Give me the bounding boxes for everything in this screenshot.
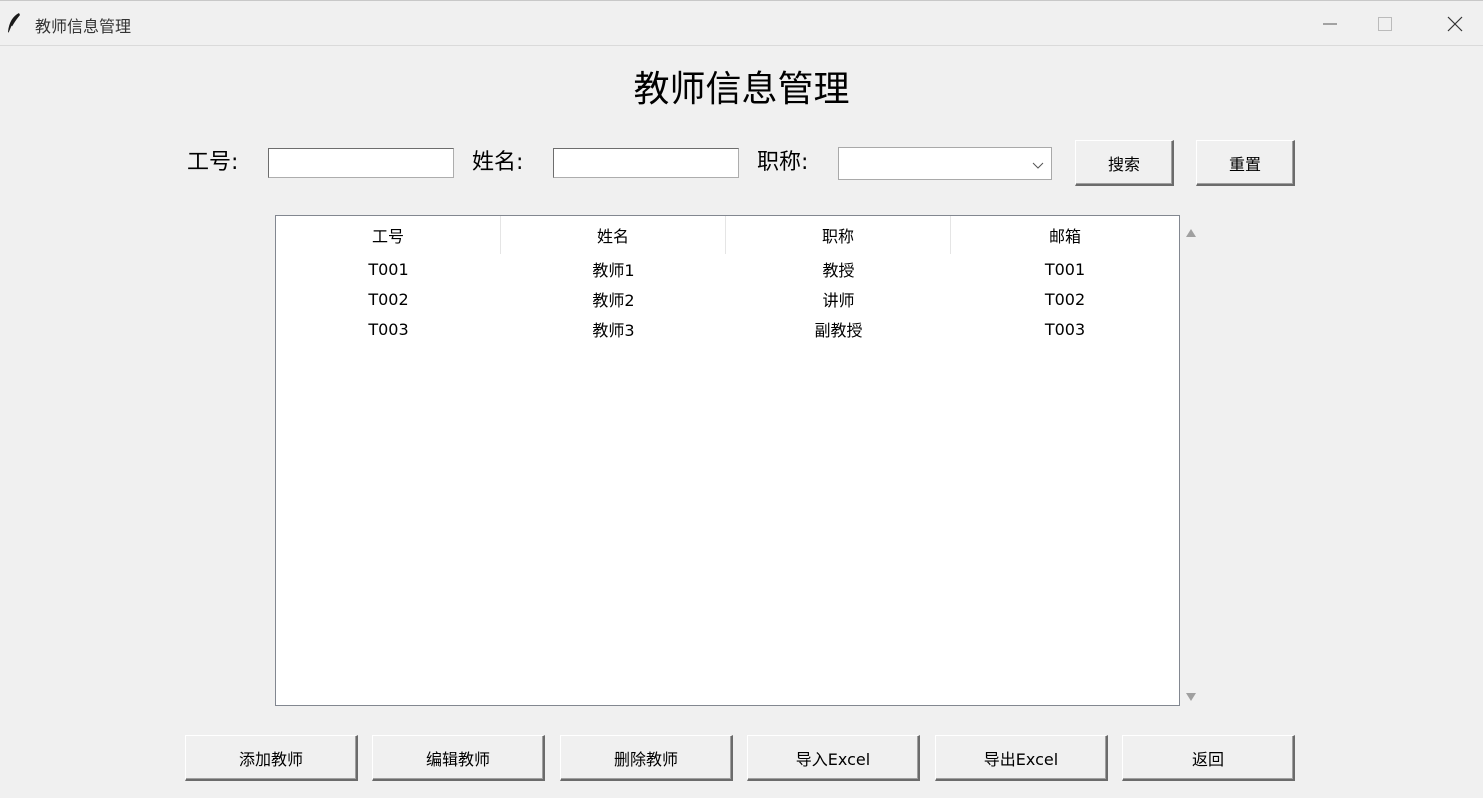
- table-row[interactable]: T002 教师2 讲师 T002: [276, 284, 1179, 314]
- table-cell: 讲师: [822, 291, 855, 310]
- import-excel-button[interactable]: 导入Excel: [747, 735, 920, 781]
- close-button[interactable]: [1425, 1, 1483, 47]
- table-cell: 教师3: [592, 321, 635, 340]
- title-bar: 教师信息管理: [0, 0, 1483, 46]
- close-icon: [1447, 16, 1463, 32]
- table-cell: T001: [1044, 259, 1086, 279]
- scroll-down-arrow-icon[interactable]: [1185, 687, 1197, 701]
- table-scrollbar[interactable]: [1180, 215, 1202, 706]
- table-cell: 教师2: [592, 291, 635, 310]
- table-row[interactable]: T001 教师1 教授 T001: [276, 254, 1179, 284]
- title-select[interactable]: [838, 147, 1052, 180]
- scroll-up-arrow-icon[interactable]: [1185, 223, 1197, 237]
- column-header-title[interactable]: 职称: [726, 216, 951, 254]
- add-teacher-button[interactable]: 添加教师: [185, 735, 358, 781]
- window-title: 教师信息管理: [35, 17, 132, 36]
- maximize-icon: [1378, 17, 1392, 31]
- table-cell: T003: [1044, 319, 1086, 339]
- page-title: 教师信息管理: [633, 69, 850, 110]
- minimize-button[interactable]: [1300, 1, 1360, 47]
- table-cell: 副教授: [814, 321, 863, 340]
- table-cell: 教师1: [592, 261, 635, 280]
- minimize-icon: [1323, 23, 1337, 25]
- column-header-name[interactable]: 姓名: [501, 216, 726, 254]
- teacher-name-label: 姓名:: [472, 150, 524, 175]
- delete-teacher-button[interactable]: 删除教师: [560, 735, 733, 781]
- maximize-button[interactable]: [1355, 1, 1415, 47]
- teacher-table[interactable]: 工号 姓名 职称 邮箱 T001 教师1 教授 T001 T002 教师2 讲师…: [275, 215, 1180, 706]
- table-cell: T001: [368, 259, 409, 279]
- chevron-down-icon[interactable]: [1031, 157, 1045, 171]
- reset-button[interactable]: 重置: [1196, 140, 1295, 186]
- search-button[interactable]: 搜索: [1075, 140, 1174, 186]
- table-row[interactable]: T003 教师3 副教授 T003: [276, 314, 1179, 344]
- teacher-title-label: 职称:: [757, 150, 809, 175]
- teacher-id-label: 工号:: [187, 150, 239, 175]
- table-cell: T003: [368, 319, 409, 339]
- table-header: 工号 姓名 职称 邮箱: [276, 216, 1179, 254]
- edit-teacher-button[interactable]: 编辑教师: [372, 735, 545, 781]
- feather-icon: [6, 12, 22, 34]
- table-cell: 教授: [822, 261, 855, 280]
- back-button[interactable]: 返回: [1122, 735, 1295, 781]
- table-cell: T002: [1044, 289, 1086, 309]
- teacher-name-input[interactable]: [553, 148, 739, 178]
- table-cell: T002: [368, 289, 409, 309]
- teacher-id-input[interactable]: [268, 148, 454, 178]
- column-header-id[interactable]: 工号: [276, 216, 501, 254]
- export-excel-button[interactable]: 导出Excel: [935, 735, 1108, 781]
- table-body: T001 教师1 教授 T001 T002 教师2 讲师 T002 T003 教…: [276, 254, 1179, 344]
- column-header-email[interactable]: 邮箱: [951, 216, 1179, 254]
